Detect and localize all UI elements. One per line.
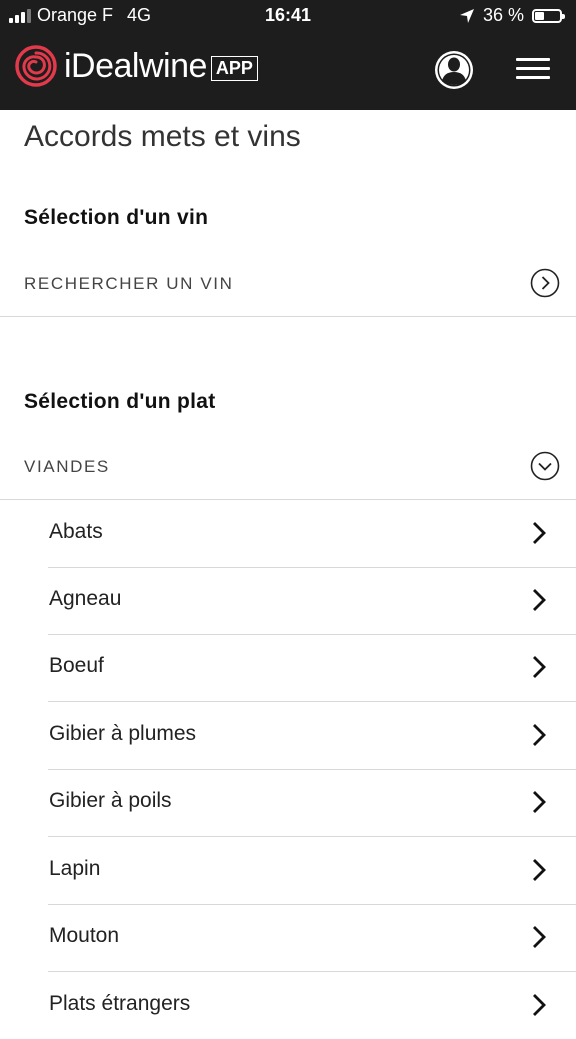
dish-item-label: Mouton	[49, 924, 120, 947]
chevron-right-icon	[533, 994, 546, 1016]
chevron-right-icon	[533, 589, 546, 611]
search-wine-row[interactable]: RECHERCHER UN VIN	[0, 252, 576, 317]
chevron-right-icon	[533, 859, 546, 881]
chevron-right-circle-icon[interactable]	[530, 268, 560, 298]
battery-icon	[532, 8, 565, 23]
dish-item-label: Boeuf	[49, 654, 104, 677]
battery-percent: 36 %	[482, 5, 524, 25]
app-badge: APP	[210, 55, 258, 81]
chevron-right-icon	[533, 926, 546, 948]
dish-item-abats[interactable]: Abats	[48, 500, 576, 568]
dish-item-agneau[interactable]: Agneau	[48, 567, 576, 635]
user-icon[interactable]	[434, 50, 474, 90]
dish-item-label: Gibier à poils	[49, 789, 172, 812]
brand-logo[interactable]: iDealwine APP	[14, 44, 258, 88]
dish-item-gibier-poils[interactable]: Gibier à poils	[48, 769, 576, 837]
dish-item-label: Gibier à plumes	[49, 722, 197, 745]
dish-item-plats-etrangers[interactable]: Plats étrangers	[48, 972, 576, 1039]
chevron-right-icon	[533, 656, 546, 678]
brand-name: iDealwine	[64, 46, 207, 85]
dish-item-boeuf[interactable]: Boeuf	[48, 634, 576, 702]
category-label: VIANDES	[24, 457, 110, 476]
chevron-right-icon	[533, 791, 546, 813]
wine-section-title: Sélection d'un vin	[24, 206, 209, 229]
dish-item-gibier-plumes[interactable]: Gibier à plumes	[48, 702, 576, 770]
dish-item-lapin[interactable]: Lapin	[48, 837, 576, 905]
status-right: 36 %	[459, 5, 565, 26]
app-header: iDealwine APP	[0, 34, 576, 110]
dish-section-title: Sélection d'un plat	[24, 390, 216, 413]
chevron-right-icon	[533, 522, 546, 544]
status-bar: Orange F 4G 16:41 36 %	[0, 0, 576, 34]
logo-swirl-icon	[15, 45, 57, 87]
dish-item-label: Lapin	[49, 857, 101, 880]
hamburger-icon[interactable]	[516, 58, 550, 82]
category-row-viandes[interactable]: VIANDES	[0, 435, 576, 500]
page-title: Accords mets et vins	[24, 120, 301, 153]
chevron-down-circle-icon[interactable]	[530, 451, 560, 481]
dish-item-mouton[interactable]: Mouton	[48, 904, 576, 972]
dish-item-label: Plats étrangers	[49, 992, 191, 1015]
location-arrow-icon	[459, 8, 474, 23]
chevron-right-icon	[533, 724, 546, 746]
search-wine-label: RECHERCHER UN VIN	[24, 274, 234, 293]
dish-item-label: Abats	[49, 520, 103, 543]
dish-item-label: Agneau	[49, 587, 122, 610]
